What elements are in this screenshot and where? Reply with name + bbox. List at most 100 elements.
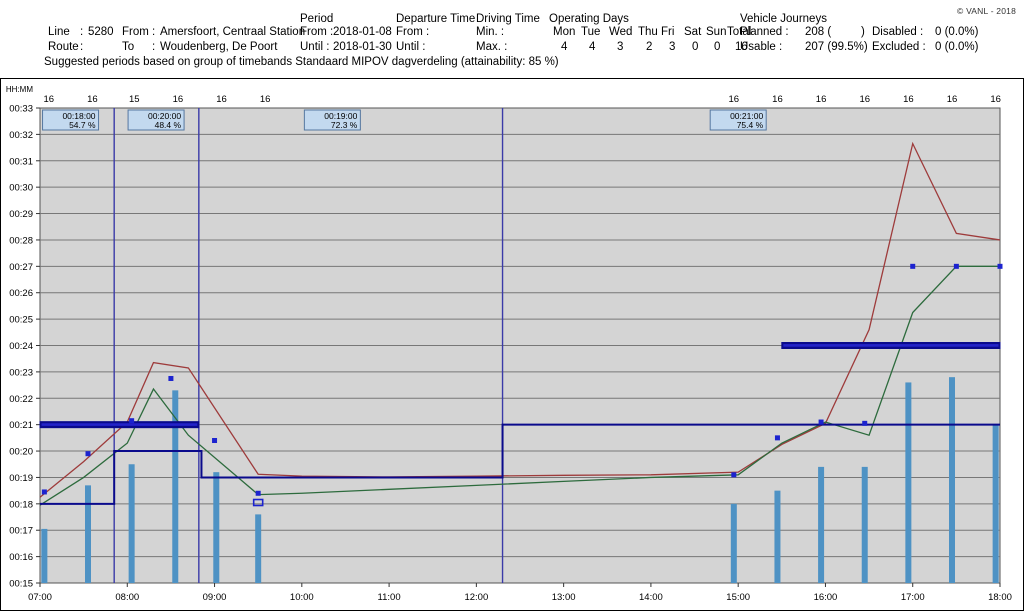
operating-day-header-thu: Thu (638, 26, 658, 38)
disabled-value: 0 (0.0%) (935, 26, 979, 38)
usable-value: 207 (99.5%) (805, 41, 868, 53)
journey-bar-3 (172, 390, 179, 583)
ytick-label-00:29: 00:29 (9, 209, 33, 220)
ytick-label-00:26: 00:26 (9, 288, 33, 299)
top-count-label-10: 16 (903, 94, 914, 105)
top-count-label-1: 16 (87, 94, 98, 105)
route-sep: : (80, 41, 84, 53)
driving-min-label: Min. : (476, 26, 505, 38)
operating-day-count-tue: 4 (589, 41, 596, 53)
departure-time-title: Departure Time (396, 13, 476, 25)
median-marker-6 (731, 472, 737, 478)
driving-max-label: Max. : (476, 41, 508, 53)
median-marker-1 (85, 451, 91, 457)
xtick-label-13:00: 13:00 (552, 592, 576, 603)
ytick-label-00:20: 00:20 (9, 447, 33, 458)
ytick-label-00:33: 00:33 (9, 104, 33, 115)
driving-time-chart: 00:33 00:32 00:31 00:30 00:29 00:28 00:27 00:26… (0, 78, 1024, 611)
period-box-pct-0: 54.7 % (69, 120, 96, 130)
operating-days-title: Operating Days (549, 13, 629, 25)
planned-paren: ) (861, 26, 865, 38)
top-count-label-0: 16 (43, 94, 54, 105)
copyright-notice: © VANL - 2018 (957, 6, 1016, 16)
selected-period-bar-inner-1 (783, 344, 999, 347)
selected-period-bar-inner-0 (41, 423, 198, 426)
ytick-label-00:19: 00:19 (9, 473, 33, 484)
suggested-periods-note: Suggested periods based on group of time… (44, 56, 559, 68)
line-sep: : (80, 26, 84, 38)
operating-day-header-fri: Fri (661, 26, 675, 38)
median-marker-11 (953, 263, 959, 269)
to-label: To (122, 41, 135, 53)
top-count-label-2: 15 (129, 94, 140, 105)
ytick-label-00:24: 00:24 (9, 341, 33, 352)
operating-day-header-sat: Sat (684, 26, 702, 38)
xtick-label-14:00: 14:00 (639, 592, 663, 603)
median-marker-4 (212, 438, 218, 443)
chart-svg: 00:33 00:32 00:31 00:30 00:29 00:28 00:27 00:26… (0, 78, 1024, 611)
median-marker-0 (41, 489, 47, 495)
operating-day-count-sun: 0 (714, 41, 721, 53)
period-box-pct-2: 72.3 % (331, 120, 358, 130)
period-title: Period (300, 13, 334, 25)
y-axis-caption: HH:MM (6, 85, 33, 94)
period-box-pct-3: 75.4 % (737, 120, 764, 130)
journey-bar-12 (992, 424, 999, 583)
disabled-label: Disabled : (872, 26, 924, 38)
xtick-label-12:00: 12:00 (464, 592, 488, 603)
operating-day-header-tue: Tue (581, 26, 601, 38)
ytick-label-00:27: 00:27 (9, 262, 33, 273)
xtick-label-09:00: 09:00 (203, 592, 227, 603)
ytick-label-00:25: 00:25 (9, 315, 33, 326)
median-marker-12 (997, 263, 1003, 269)
xtick-label-07:00: 07:00 (28, 592, 52, 603)
departure-from-label: From : (396, 26, 430, 38)
planned-label: Planned : (740, 26, 789, 38)
top-count-label-6: 16 (729, 94, 740, 105)
top-count-label-7: 16 (772, 94, 783, 105)
operating-day-count-wed: 3 (617, 41, 624, 53)
median-marker-5 (255, 490, 261, 496)
operating-day-count-thu: 2 (646, 41, 653, 53)
period-until-value: 2018-01-30 (333, 41, 392, 53)
ytick-label-00:22: 00:22 (9, 394, 33, 405)
median-marker-8 (818, 419, 824, 425)
line-label: Line (48, 26, 70, 38)
xtick-label-11:00: 11:00 (378, 592, 401, 603)
from-sep: : (152, 26, 156, 38)
median-marker-7 (774, 435, 780, 441)
xtick-label-10:00: 10:00 (290, 592, 314, 603)
median-marker-2 (129, 418, 135, 424)
xtick-label-08:00: 08:00 (115, 592, 139, 603)
ytick-label-00:21: 00:21 (9, 420, 33, 431)
excluded-label: Excluded : (872, 41, 926, 53)
period-box-pct-1: 48.4 % (155, 120, 182, 130)
operating-day-count-fri: 3 (669, 41, 676, 53)
median-marker-3 (168, 375, 174, 381)
top-count-label-3: 16 (173, 94, 184, 105)
journey-bar-7 (774, 490, 781, 583)
journey-bar-11 (949, 377, 955, 583)
top-count-label-8: 16 (816, 94, 827, 105)
journey-bar-6 (730, 503, 737, 583)
operating-day-header-mon: Mon (553, 26, 576, 38)
top-count-label-9: 16 (859, 94, 870, 105)
operating-day-header-wed: Wed (609, 26, 633, 38)
journey-bar-1 (85, 485, 91, 583)
driving-time-title: Driving Time (476, 13, 540, 25)
to-sep: : (152, 41, 156, 53)
xtick-label-16:00: 16:00 (814, 592, 838, 603)
excluded-value: 0 (0.0%) (935, 41, 979, 53)
ytick-label-00:18: 00:18 (9, 499, 33, 510)
xtick-label-15:00: 15:00 (726, 592, 750, 603)
departure-until-label: Until : (396, 41, 426, 53)
top-count-label-4: 16 (216, 94, 227, 105)
operating-day-count-sat: 0 (692, 41, 699, 53)
ytick-label-00:32: 00:32 (9, 130, 33, 141)
journey-bar-0 (41, 528, 48, 583)
journey-bar-10 (905, 382, 912, 583)
ytick-label-00:16: 00:16 (9, 552, 33, 563)
journey-bar-8 (818, 466, 825, 583)
ytick-label-00:23: 00:23 (9, 367, 33, 378)
median-marker-9 (862, 420, 868, 426)
